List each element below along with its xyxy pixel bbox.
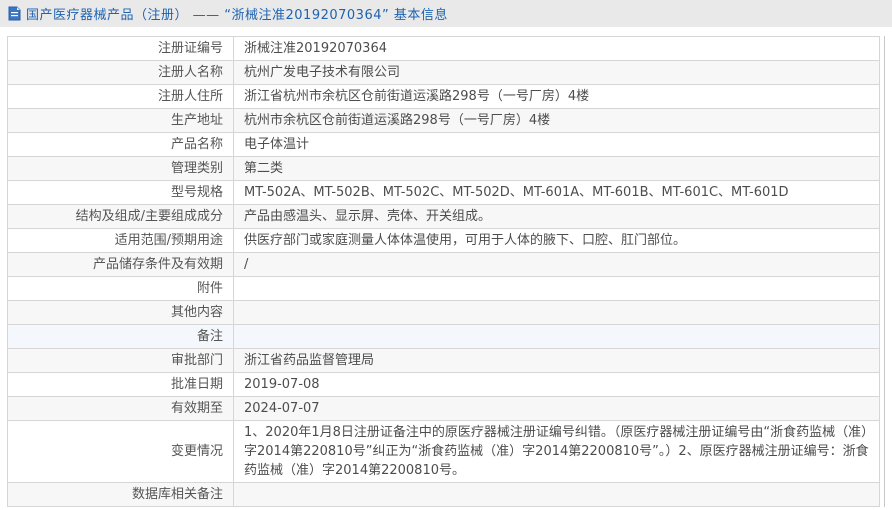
row-value [233,300,880,325]
table-row: 产品名称 电子体温计 [7,132,880,157]
table-row: 结构及组成/主要组成成分 产品由感温头、显示屏、壳体、开关组成。 [7,204,880,229]
row-label: 产品名称 [7,132,234,157]
info-table-container: 注册证编号 浙械注准20192070364 注册人名称 杭州广发电子技术有限公司 注册人… [7,36,885,507]
info-table-body: 注册证编号 浙械注准20192070364 注册人名称 杭州广发电子技术有限公司 注册人… [7,36,880,507]
document-icon [8,6,21,21]
row-label: 生产地址 [7,108,234,133]
row-value [233,276,880,301]
row-label: 结构及组成/主要组成成分 [7,204,234,229]
row-label: 审批部门 [7,348,234,373]
info-table: 注册证编号 浙械注准20192070364 注册人名称 杭州广发电子技术有限公司 注册人… [7,36,880,507]
header-bar: 国产医疗器械产品（注册） —— “浙械注准20192070364” 基本信息 [0,0,892,27]
row-value: 杭州广发电子技术有限公司 [233,60,880,85]
table-row: 备注 [7,324,880,349]
row-label: 备注 [7,324,234,349]
row-value: 浙江省药品监督管理局 [233,348,880,373]
row-value: 1、2020年1月8日注册证备注中的原医疗器械注册证编号纠错。（原医疗器械注册证… [233,420,880,483]
row-value: 电子体温计 [233,132,880,157]
table-row: 数据库相关备注 [7,482,880,507]
table-row: 审批部门 浙江省药品监督管理局 [7,348,880,373]
row-label: 产品储存条件及有效期 [7,252,234,277]
row-label: 注册人住所 [7,84,234,109]
row-value: 2024-07-07 [233,396,880,421]
row-label: 注册人名称 [7,60,234,85]
table-row: 变更情况 1、2020年1月8日注册证备注中的原医疗器械注册证编号纠错。（原医疗器… [7,420,880,483]
table-row: 注册人名称 杭州广发电子技术有限公司 [7,60,880,85]
row-label: 管理类别 [7,156,234,181]
table-row: 生产地址 杭州市余杭区仓前街道运溪路298号（一号厂房）4楼 [7,108,880,133]
table-row: 管理类别 第二类 [7,156,880,181]
row-label: 型号规格 [7,180,234,205]
row-value: 杭州市余杭区仓前街道运溪路298号（一号厂房）4楼 [233,108,880,133]
row-value: 浙江省杭州市余杭区仓前街道运溪路298号（一号厂房）4楼 [233,84,880,109]
row-label: 变更情况 [7,420,234,483]
row-value [233,482,880,507]
row-value: 2019-07-08 [233,372,880,397]
row-label: 适用范围/预期用途 [7,228,234,253]
row-label: 其他内容 [7,300,234,325]
table-row: 批准日期 2019-07-08 [7,372,880,397]
table-row: 有效期至 2024-07-07 [7,396,880,421]
row-label: 数据库相关备注 [7,482,234,507]
row-label: 批准日期 [7,372,234,397]
table-row: 其他内容 [7,300,880,325]
row-value: 产品由感温头、显示屏、壳体、开关组成。 [233,204,880,229]
table-row: 注册人住所 浙江省杭州市余杭区仓前街道运溪路298号（一号厂房）4楼 [7,84,880,109]
row-label: 有效期至 [7,396,234,421]
page-title: 国产医疗器械产品（注册） —— “浙械注准20192070364” 基本信息 [26,8,448,23]
row-label: 附件 [7,276,234,301]
table-row: 适用范围/预期用途 供医疗部门或家庭测量人体体温使用，可用于人体的腋下、口腔、肛门… [7,228,880,253]
row-value: MT-502A、MT-502B、MT-502C、MT-502D、MT-601A、… [233,180,880,205]
row-value [233,324,880,349]
table-row: 附件 [7,276,880,301]
row-value: 第二类 [233,156,880,181]
row-value: 供医疗部门或家庭测量人体体温使用，可用于人体的腋下、口腔、肛门部位。 [233,228,880,253]
row-value: / [233,252,880,277]
table-row: 注册证编号 浙械注准20192070364 [7,36,880,61]
table-row: 型号规格 MT-502A、MT-502B、MT-502C、MT-502D、MT-6… [7,180,880,205]
row-value: 浙械注准20192070364 [233,36,880,61]
table-row: 产品储存条件及有效期 / [7,252,880,277]
row-label: 注册证编号 [7,36,234,61]
